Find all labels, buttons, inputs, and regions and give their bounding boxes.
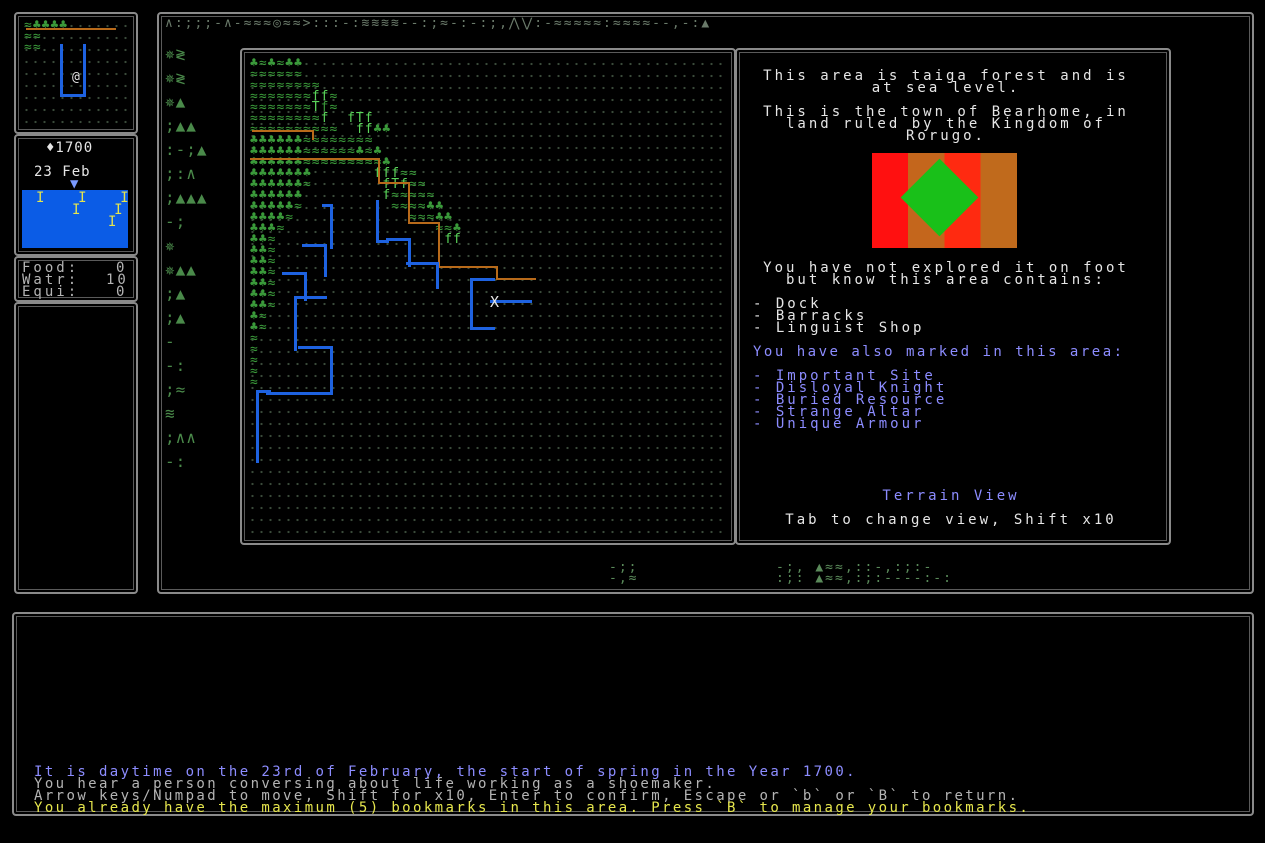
map-road	[378, 182, 408, 184]
player-location-marker[interactable]: X	[490, 295, 499, 310]
equipment-value: 0	[116, 284, 128, 300]
info-terrain-line2: at sea level.	[871, 80, 1021, 96]
map-river	[322, 204, 333, 249]
map-road	[496, 266, 498, 278]
info-explore-line2: but know this area contains:	[785, 272, 1106, 288]
map-road	[378, 158, 380, 182]
local-map-panel[interactable]: ♣≈♣≈♣♣ ≈≈≈≈≈≈ ≈≈≈≈≈≈≈≈ ≈≈≈≈≈≈≈ff≈ ≈≈≈≈≈≈…	[240, 48, 736, 545]
kingdom-flag	[872, 153, 1017, 248]
marked-item[interactable]: - Unique Armour	[753, 417, 924, 431]
view-hint: Tab to change view, Shift x10	[785, 512, 1117, 528]
world-map-left-terrain: ✵≷ ✵≷ ✵▲ ;▲▲ :-;▲ ;:∧ ;▲▲▲ -; ✵ ✵▲▲ ;▲ ;…	[165, 44, 208, 471]
area-info-panel: This area is taiga forest and is at sea …	[735, 48, 1171, 545]
equipment-label: Equi:	[22, 284, 80, 300]
flag-diamond	[900, 158, 979, 237]
view-name: Terrain View	[882, 488, 1020, 504]
map-river	[376, 200, 389, 243]
supplies-panel: Food: 0 Watr: 10 Equi: 0	[14, 256, 138, 302]
season-water-bar: I I I I I I	[22, 190, 129, 248]
log-line: You already have the maximum (5) bookmar…	[34, 800, 1031, 816]
date-label: 23 Feb	[34, 164, 91, 180]
map-river	[256, 390, 271, 463]
empty-side-panel	[14, 302, 138, 594]
map-river	[406, 262, 439, 289]
map-road	[496, 278, 536, 280]
message-log-panel: It is daytime on the 23rd of February, t…	[12, 612, 1254, 816]
map-road	[408, 182, 410, 222]
season-tick: I	[108, 214, 117, 230]
map-road	[252, 130, 314, 132]
map-river	[294, 296, 327, 351]
minimap-road	[26, 28, 116, 30]
map-river	[266, 370, 333, 395]
info-town-line3: Rorugo.	[905, 128, 986, 144]
map-road	[438, 222, 440, 266]
minimap-panel: ≈♣♣♣♣ ≈≈ ≈≈ @	[14, 12, 138, 134]
minimap-player-icon: @	[72, 70, 80, 85]
map-road	[250, 158, 380, 160]
date-pointer-icon: ▼	[70, 176, 79, 192]
world-map-bottom-terrain: -;; -;, ▲≈≈,::-,:;:- -,≈ :;: ▲≈≈,:;:----…	[609, 560, 953, 586]
marked-header: You have also marked in this area:	[753, 344, 1125, 360]
map-road	[438, 266, 498, 268]
contains-item: - Linguist Shop	[753, 320, 925, 336]
map-road	[312, 130, 314, 140]
year-label: ♦1700	[46, 140, 94, 156]
world-map-border-terrain: ∧:;;;-∧-≈≈≈◎≈≈>:::-:≋≋≋≋--:;≈-:-:;,⋀⋁:-≈…	[165, 16, 712, 31]
map-road	[408, 222, 438, 224]
